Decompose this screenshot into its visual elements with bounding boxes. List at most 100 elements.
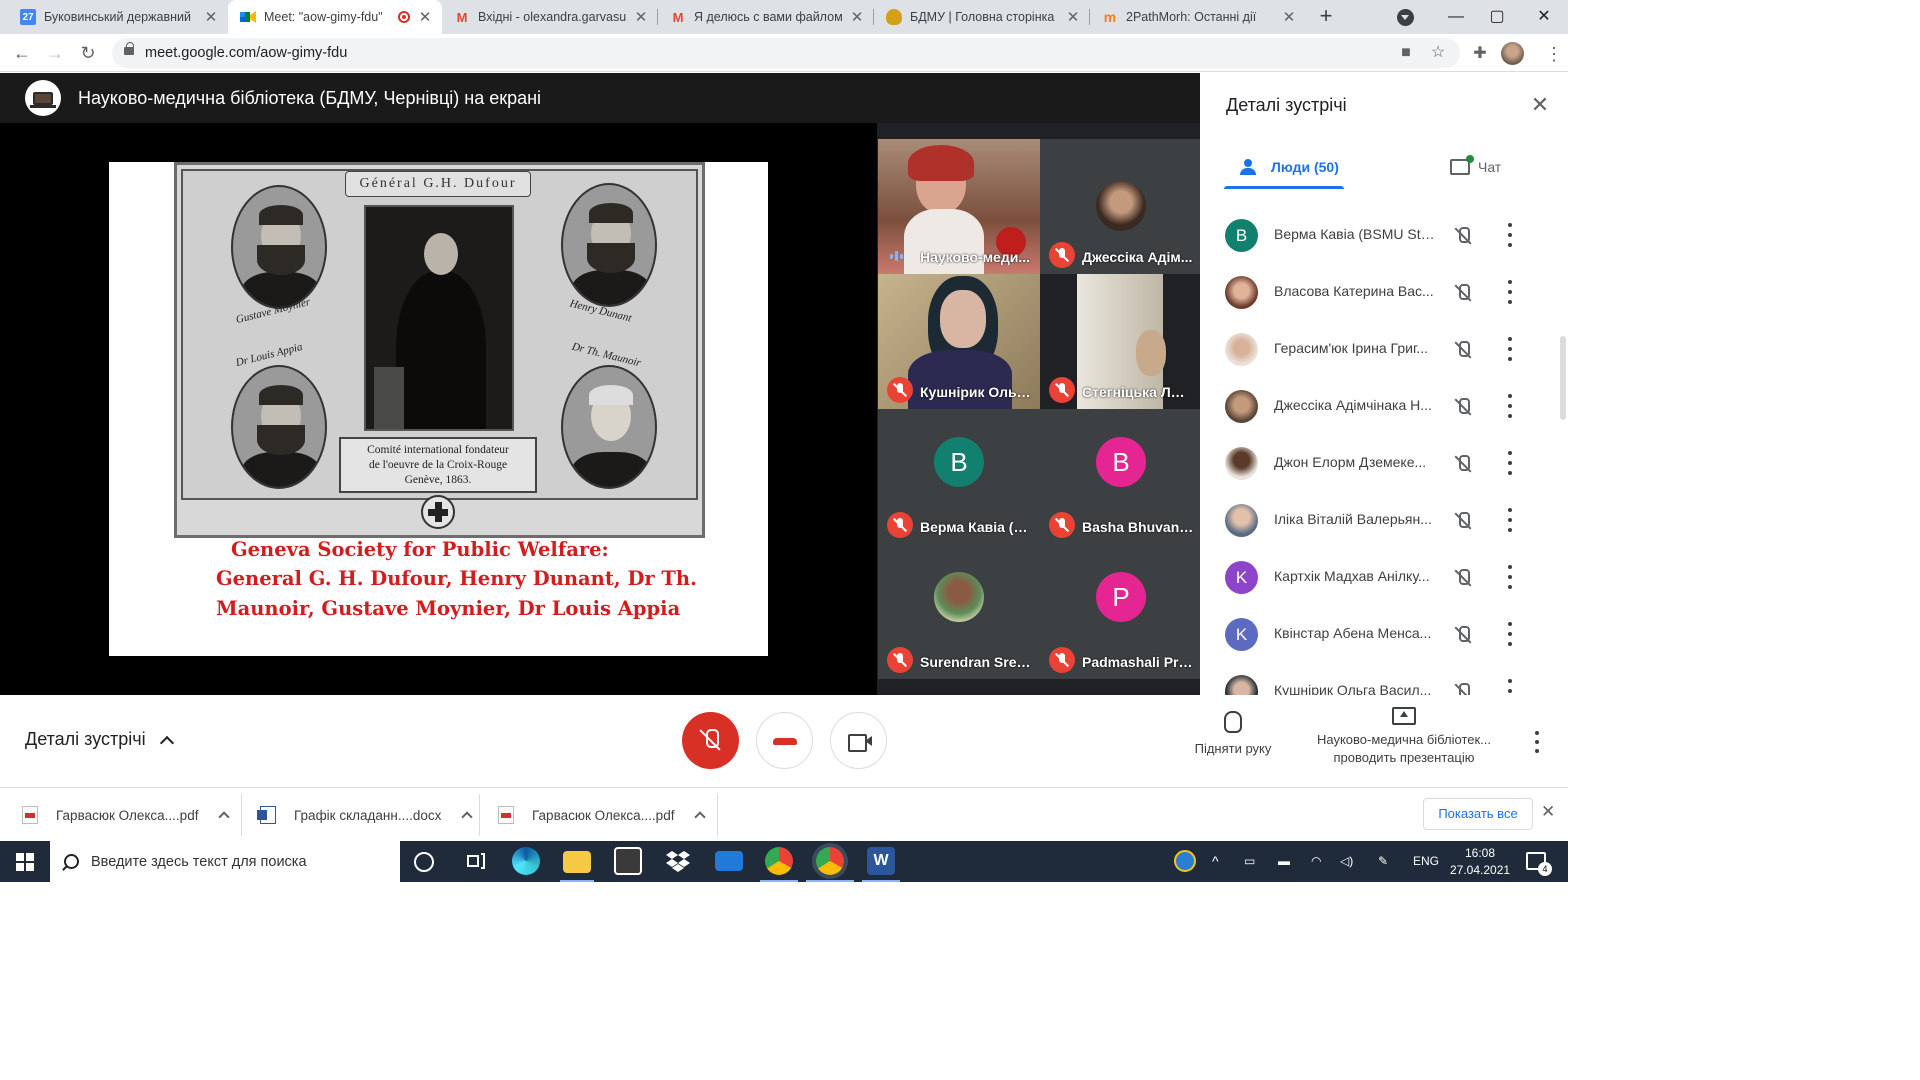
list-item[interactable]: Джон Елорм Дземеке... <box>1200 435 1568 492</box>
edge-icon[interactable] <box>512 847 540 875</box>
list-item[interactable]: K Квінстар Абена Менса... <box>1200 606 1568 663</box>
tab-pathmorph[interactable]: m 2PathMorh: Останні дії ✕ <box>1090 0 1306 34</box>
chevron-up-icon[interactable] <box>694 811 707 823</box>
video-tile[interactable]: B Верма Кавіа (В... <box>878 409 1040 544</box>
battery-icon[interactable]: ▬ <box>1278 841 1290 882</box>
close-icon[interactable]: ✕ <box>1064 8 1082 26</box>
list-item[interactable]: Власова Катерина Вас... <box>1200 264 1568 321</box>
extensions-icon[interactable]: ✚ <box>1469 43 1491 65</box>
chevron-up-icon[interactable] <box>218 811 231 823</box>
meet-now-icon[interactable]: ▭ <box>1244 841 1255 882</box>
list-item[interactable]: Іліка Віталій Валерьян... <box>1200 492 1568 549</box>
back-button[interactable]: ← <box>10 41 34 65</box>
download-filename: Графік складанн....docx <box>294 807 442 823</box>
tab-gmail-share[interactable]: M Я делюсь с вами файлом Г ✕ <box>658 0 874 34</box>
minimize-button[interactable]: — <box>1441 3 1471 31</box>
list-item[interactable]: Кушнірик Ольга Васил... <box>1200 663 1568 695</box>
tab-people-label: Люди (50) <box>1271 159 1339 175</box>
forward-button[interactable]: → <box>43 41 67 65</box>
more-options-icon[interactable] <box>1506 508 1514 532</box>
more-options-icon[interactable] <box>1506 622 1514 646</box>
notification-center-icon[interactable]: 4 <box>1526 852 1552 876</box>
more-options-icon[interactable] <box>1506 394 1514 418</box>
browser-menu-icon[interactable]: ⋮ <box>1543 43 1565 65</box>
weather-update-icon[interactable] <box>1174 841 1200 882</box>
tab-calendar[interactable]: 27 Буковинський державний ✕ <box>8 0 228 34</box>
chevron-up-icon[interactable] <box>461 811 474 823</box>
video-tile[interactable]: Стегніцька Лю... <box>1040 274 1202 409</box>
pen-icon[interactable]: ✎ <box>1378 841 1388 882</box>
camera-toggle-button[interactable] <box>830 712 887 769</box>
close-icon[interactable]: ✕ <box>416 8 434 26</box>
store-icon[interactable] <box>614 847 642 875</box>
more-options-icon[interactable] <box>1533 731 1541 753</box>
download-item[interactable]: Гарвасюк Олекса....pdf <box>498 788 707 842</box>
dropbox-icon[interactable] <box>664 847 692 875</box>
close-icon[interactable]: ✕ <box>632 8 650 26</box>
bookmark-star-icon[interactable]: ☆ <box>1428 44 1448 62</box>
more-options-icon[interactable] <box>1506 679 1514 695</box>
download-item[interactable]: Графік складанн....docx <box>257 788 474 842</box>
mic-off-icon <box>887 512 913 538</box>
cortana-icon[interactable] <box>414 852 434 872</box>
close-icon[interactable]: ✕ <box>848 8 866 26</box>
download-item[interactable]: Гарвасюк Олекса....pdf <box>22 788 231 842</box>
tab-bsmu-home[interactable]: БДМУ | Головна сторінка ✕ <box>874 0 1090 34</box>
maximize-button[interactable]: ▢ <box>1482 3 1512 31</box>
video-tile[interactable]: Кушнірик Ольг... <box>878 274 1040 409</box>
presentation-title: Науково-медична бібліотека (БДМУ, Чернів… <box>78 88 542 108</box>
profile-avatar[interactable] <box>1501 42 1524 65</box>
word-icon[interactable]: W <box>867 847 895 875</box>
meeting-details-button[interactable]: Деталі зустрічі <box>25 729 174 750</box>
video-tile[interactable]: B Basha Bhuvane... <box>1040 409 1202 544</box>
volume-icon[interactable]: ◁) <box>1340 841 1353 882</box>
address-bar[interactable]: meet.google.com/aow-gimy-fdu ■ ☆ <box>112 38 1460 68</box>
presenter-avatar <box>25 80 61 116</box>
close-download-shelf-icon[interactable]: ✕ <box>1541 802 1555 822</box>
task-view-icon[interactable] <box>463 847 491 875</box>
wifi-icon[interactable]: ◠ <box>1311 841 1321 882</box>
close-panel-button[interactable]: ✕ <box>1526 91 1554 119</box>
file-explorer-icon[interactable] <box>563 851 591 873</box>
mic-off-icon <box>1454 568 1472 588</box>
close-icon[interactable]: ✕ <box>1280 8 1298 26</box>
list-item[interactable]: K Картхік Мадхав Анілку... <box>1200 549 1568 606</box>
more-options-icon[interactable] <box>1506 280 1514 304</box>
close-icon[interactable]: ✕ <box>202 8 220 26</box>
tab-chat[interactable]: Чат <box>1450 145 1501 189</box>
more-options-icon[interactable] <box>1506 223 1514 247</box>
window-close-button[interactable]: ✕ <box>1529 3 1559 31</box>
panel-scrollbar[interactable] <box>1560 336 1566 420</box>
tab-gmail-inbox[interactable]: M Вхідні - olexandra.garvasuk ✕ <box>442 0 658 34</box>
more-options-icon[interactable] <box>1506 565 1514 589</box>
windows-start-icon[interactable] <box>16 853 34 871</box>
new-tab-button[interactable]: + <box>1314 4 1338 30</box>
list-item[interactable]: Герасим'юк Ірина Григ... <box>1200 321 1568 378</box>
video-tile[interactable]: Джессіка Адім... <box>1040 139 1202 274</box>
microphone-toggle-button[interactable] <box>682 712 739 769</box>
language-indicator[interactable]: ENG <box>1413 841 1439 882</box>
more-options-icon[interactable] <box>1506 337 1514 361</box>
taskbar-search-box[interactable]: Введите здесь текст для поиска <box>50 841 400 882</box>
tab-people[interactable]: Люди (50) <box>1240 145 1339 189</box>
video-tile[interactable]: P Padmashali Pri... <box>1040 544 1202 679</box>
show-all-downloads-button[interactable]: Показать все <box>1423 798 1533 830</box>
chrome-icon[interactable] <box>765 847 793 875</box>
presenting-status-button[interactable]: Науково-медична бібліотек... проводить п… <box>1300 707 1508 767</box>
tab-google-meet[interactable]: Meet: "aow-gimy-fdu" ✕ <box>228 0 442 34</box>
raise-hand-button[interactable]: Підняти руку <box>1180 711 1286 756</box>
video-tile[interactable]: Surendran Sreel... <box>878 544 1040 679</box>
mail-icon[interactable] <box>715 851 743 871</box>
chrome-icon[interactable] <box>816 847 844 875</box>
tab-search-icon[interactable] <box>1397 9 1414 26</box>
video-tile[interactable]: Науково-меди... <box>878 139 1040 274</box>
system-clock[interactable]: 16:08 27.04.2021 <box>1450 845 1510 879</box>
leave-call-button[interactable] <box>756 712 813 769</box>
more-options-icon[interactable] <box>1506 451 1514 475</box>
list-item[interactable]: Джессіка Адімчінака Н... <box>1200 378 1568 435</box>
list-item[interactable]: B Верма Кавіа (BSMU Stu... <box>1200 207 1568 264</box>
reload-button[interactable]: ↻ <box>76 41 100 65</box>
show-hidden-icons-chevron-icon[interactable]: ^ <box>1212 841 1219 882</box>
camera-in-use-icon[interactable]: ■ <box>1396 44 1416 62</box>
shared-screen: Général G.H. Dufour Gustave Moynier Henr… <box>0 123 877 695</box>
